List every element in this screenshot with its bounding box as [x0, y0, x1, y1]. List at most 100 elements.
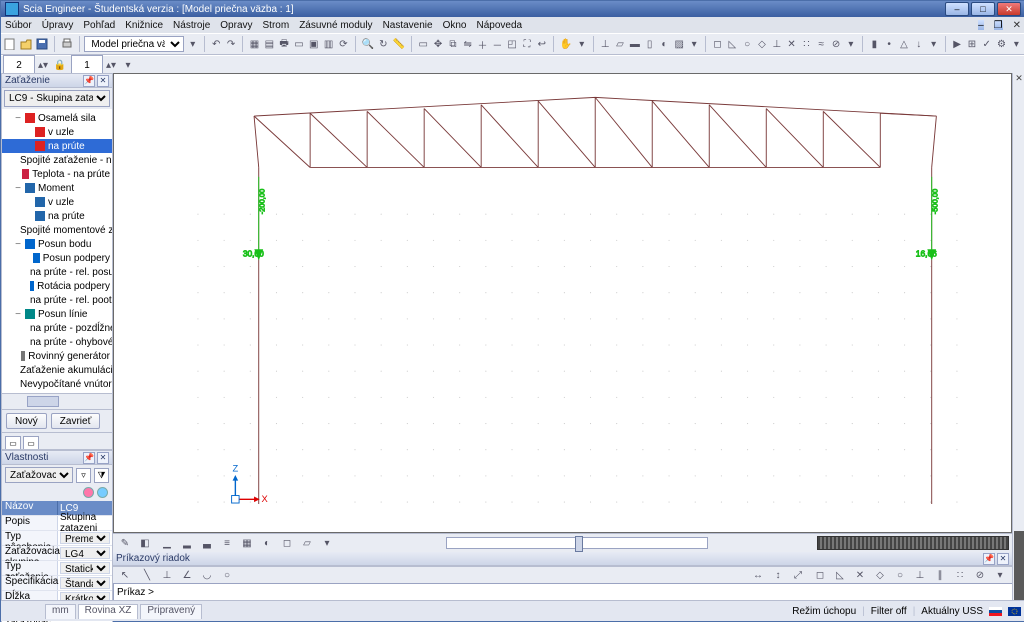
- filter-member-icon[interactable]: ▮: [868, 35, 881, 53]
- cmd-snap-i-icon[interactable]: ⊘: [971, 566, 989, 584]
- pin-icon[interactable]: 📌: [983, 553, 995, 565]
- menu-subor[interactable]: Súbor: [5, 20, 32, 31]
- tree-item[interactable]: −Posun línie: [2, 307, 112, 321]
- snap-perp-icon[interactable]: ⊥: [770, 35, 783, 53]
- panel-zatazenie-header[interactable]: Zaťaženie 📌 ✕: [2, 74, 112, 88]
- spin-1-arrows-icon[interactable]: ▴▾: [37, 56, 49, 74]
- menu-zasuvne-moduly[interactable]: Zásuvné moduly: [299, 20, 372, 31]
- flag-eu-icon[interactable]: [1008, 607, 1021, 616]
- cmd-snap-b-icon[interactable]: ◺: [831, 566, 849, 584]
- measure-icon[interactable]: 📏: [392, 35, 406, 53]
- menu-kniznice[interactable]: Knižnice: [125, 20, 163, 31]
- right-scrollbar[interactable]: ✕: [1012, 73, 1024, 601]
- rotate-icon[interactable]: ↻: [377, 35, 390, 53]
- menu-upravy[interactable]: Úpravy: [42, 20, 74, 31]
- tree-item[interactable]: na prúte - pozdĺžne pretvor: [2, 321, 112, 335]
- layers-icon[interactable]: ▤: [263, 35, 276, 53]
- zoom-out-icon[interactable]: －: [491, 35, 504, 53]
- minimize-button[interactable]: –: [945, 2, 969, 16]
- scroll-close-icon[interactable]: ✕: [1013, 73, 1024, 85]
- cmd-snap-a-icon[interactable]: ◻: [811, 566, 829, 584]
- grid-icon[interactable]: ▦: [248, 35, 261, 53]
- tab-alt-1-icon[interactable]: ▭: [5, 436, 21, 449]
- model-combo[interactable]: Model priečna väzba: [84, 36, 184, 52]
- tree-item[interactable]: na prúte - ohybové pretvor: [2, 335, 112, 349]
- model-canvas[interactable]: 30,00 -200,00 16,66 -500,00 X: [113, 73, 1012, 533]
- mirror-icon[interactable]: ⇋: [461, 35, 474, 53]
- property-value-select[interactable]: Statické: [60, 562, 110, 574]
- move-icon[interactable]: ✥: [432, 35, 445, 53]
- vt-persp-icon[interactable]: ▱: [298, 534, 316, 552]
- loadcase-combo[interactable]: LC9 - Skupina zatazenia zatiaz: [4, 90, 110, 107]
- zoom-icon[interactable]: 🔍: [360, 35, 374, 53]
- tree-hscroll[interactable]: [2, 393, 112, 409]
- zoom-window-icon[interactable]: ◰: [506, 35, 519, 53]
- vt-hidden-icon[interactable]: ◻: [278, 534, 296, 552]
- check-icon[interactable]: ✓: [980, 35, 993, 53]
- design-icon[interactable]: ⚙: [995, 35, 1008, 53]
- cmd-snap-c-icon[interactable]: ✕: [851, 566, 869, 584]
- tree-item[interactable]: Posun podpery: [2, 251, 112, 265]
- property-value-select[interactable]: Premenné: [60, 532, 110, 544]
- print-preview-icon[interactable]: 🖶: [278, 35, 291, 53]
- render-icon[interactable]: ◐: [658, 35, 671, 53]
- tree-item[interactable]: na prúte - rel. posun: [2, 265, 112, 279]
- filter-icon[interactable]: ▿: [76, 468, 91, 483]
- cmd-snap-h-icon[interactable]: ∷: [951, 566, 969, 584]
- save-icon[interactable]: [35, 35, 49, 53]
- results-icon[interactable]: ⊞: [966, 35, 979, 53]
- new-button[interactable]: Nový: [6, 413, 47, 429]
- menu-okno[interactable]: Okno: [443, 20, 467, 31]
- filter-node-icon[interactable]: •: [883, 35, 896, 53]
- calc-icon[interactable]: ▶: [951, 35, 964, 53]
- snap-end-icon[interactable]: ◻: [711, 35, 724, 53]
- tree-item[interactable]: Rotácia podpery: [2, 279, 112, 293]
- new-file-icon[interactable]: [3, 35, 17, 53]
- menu-pohlad[interactable]: Pohľad: [83, 20, 115, 31]
- panel-close-icon[interactable]: ✕: [997, 553, 1009, 565]
- mdi-minimize-button[interactable]: –: [978, 20, 984, 30]
- vt-pencil-icon[interactable]: ✎: [116, 534, 134, 552]
- filter-load-icon[interactable]: ↓: [912, 35, 925, 53]
- dropdown-icon[interactable]: ▾: [186, 35, 199, 53]
- status-snap-mode[interactable]: Režim úchopu: [792, 606, 856, 617]
- tree-item[interactable]: Rovinný generátor: [2, 349, 112, 363]
- section-icon[interactable]: ▬: [628, 35, 641, 53]
- cmd-line-icon[interactable]: ╲: [138, 566, 156, 584]
- cmd-circle-icon[interactable]: ○: [218, 566, 236, 584]
- mdi-restore-button[interactable]: ❐: [994, 20, 1003, 30]
- tree-item[interactable]: v uzle: [2, 125, 112, 139]
- status-filter[interactable]: Filter off: [871, 606, 907, 617]
- cmd-perp-icon[interactable]: ⊥: [158, 566, 176, 584]
- tab-alt-2-icon[interactable]: ▭: [23, 436, 39, 449]
- status-tab-mm[interactable]: mm: [45, 604, 76, 619]
- snap-grid-icon[interactable]: ∷: [800, 35, 813, 53]
- ucs-icon[interactable]: ⊥: [599, 35, 612, 53]
- lock-icon[interactable]: 🔒: [51, 56, 69, 74]
- tree-item[interactable]: na prúte: [2, 139, 112, 153]
- vt-render-icon[interactable]: ◐: [258, 534, 276, 552]
- more-calc-icon[interactable]: ▾: [1010, 35, 1023, 53]
- property-object-combo[interactable]: Zaťažovací stav (1): [5, 467, 73, 483]
- redo-icon[interactable]: ↷: [225, 35, 238, 53]
- select-icon[interactable]: ▭: [417, 35, 430, 53]
- plane-icon[interactable]: ▱: [614, 35, 627, 53]
- close-panel-button[interactable]: Zavrieť: [51, 413, 101, 429]
- status-tab-rovina[interactable]: Rovina XZ: [78, 604, 139, 619]
- cmd-snap-g-icon[interactable]: ∥: [931, 566, 949, 584]
- filter-more-icon[interactable]: ▾: [927, 35, 940, 53]
- vt-color-icon[interactable]: ◧: [136, 534, 154, 552]
- tree-item[interactable]: na prúte: [2, 209, 112, 223]
- panel-close-icon[interactable]: ✕: [97, 452, 109, 464]
- pin-icon[interactable]: 📌: [83, 452, 95, 464]
- tree-item[interactable]: Zaťaženie akumuláciou vody: [2, 363, 112, 377]
- cmd-angle-icon[interactable]: ∠: [178, 566, 196, 584]
- command-input[interactable]: [113, 583, 1020, 601]
- vt-chart3-icon[interactable]: ▃: [198, 534, 216, 552]
- snap-node-icon[interactable]: ◇: [756, 35, 769, 53]
- tree-item[interactable]: Nevypočítané vnútorné sily: [2, 377, 112, 391]
- view-dropdown-icon[interactable]: ▾: [575, 35, 588, 53]
- menu-nastavenie[interactable]: Nastavenie: [383, 20, 433, 31]
- cmd-cursor-icon[interactable]: ↖: [116, 566, 134, 584]
- status-ucs[interactable]: Aktuálny USS: [921, 606, 983, 617]
